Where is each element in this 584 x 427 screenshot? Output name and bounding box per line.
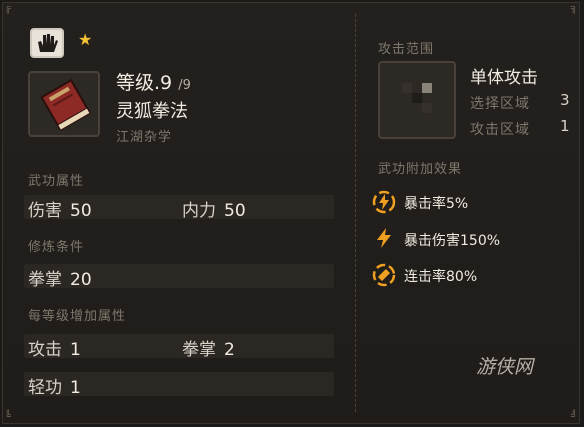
lightning-circle-icon xyxy=(372,190,396,214)
corner-ornament: ╝ xyxy=(570,411,577,422)
skill-level: 等级.9 /9 xyxy=(116,68,191,95)
column-divider xyxy=(355,14,356,412)
level-value: .9 xyxy=(154,72,173,94)
range-grid-icon xyxy=(378,61,456,139)
per-level-attack: 攻击 1 xyxy=(28,340,81,360)
attack-area-label: 攻击区域 xyxy=(470,122,530,138)
range-target-cell xyxy=(422,83,432,93)
attribute-inner-power: 内力 50 xyxy=(182,201,246,221)
effect-combo-rate: 连击率80% xyxy=(404,269,478,285)
range-cell xyxy=(412,93,422,103)
corner-ornament: ╚ xyxy=(5,411,12,422)
watermark-logo: 游侠网 xyxy=(476,356,534,378)
per-level-section-title: 每等级增加属性 xyxy=(28,309,127,324)
select-area-value: 3 xyxy=(560,91,570,109)
select-area-label: 选择区域 xyxy=(470,96,530,112)
level-label: 等级 xyxy=(116,72,155,94)
range-cell xyxy=(422,103,432,113)
requirement-fist: 拳掌 20 xyxy=(28,270,92,290)
effects-section-title: 武功附加效果 xyxy=(378,162,463,177)
lightning-icon xyxy=(377,228,391,248)
range-type: 单体攻击 xyxy=(470,68,538,88)
skill-school: 江湖杂学 xyxy=(116,130,173,145)
attributes-section-title: 武功属性 xyxy=(28,174,85,189)
per-level-fist: 拳掌 2 xyxy=(182,340,235,360)
skill-name: 灵狐拳法 xyxy=(116,101,188,122)
star-icon: ★ xyxy=(78,30,93,49)
skill-book-icon xyxy=(28,71,100,137)
corner-ornament: ╔ xyxy=(5,3,12,14)
level-max: /9 xyxy=(178,78,191,93)
requirements-section-title: 修炼条件 xyxy=(28,240,85,255)
effect-crit-damage: 暴击伤害150% xyxy=(404,233,501,249)
corner-ornament: ╗ xyxy=(570,3,577,14)
attribute-damage: 伤害 50 xyxy=(28,201,92,221)
attack-area-value: 1 xyxy=(560,117,570,135)
striped-circle-icon xyxy=(372,263,396,287)
per-level-agility: 轻功 1 xyxy=(28,378,81,398)
range-cell xyxy=(402,83,412,93)
effect-crit-rate: 暴击率5% xyxy=(404,196,469,212)
range-section-title: 攻击范围 xyxy=(378,42,435,57)
hand-tag-icon[interactable] xyxy=(30,28,64,58)
